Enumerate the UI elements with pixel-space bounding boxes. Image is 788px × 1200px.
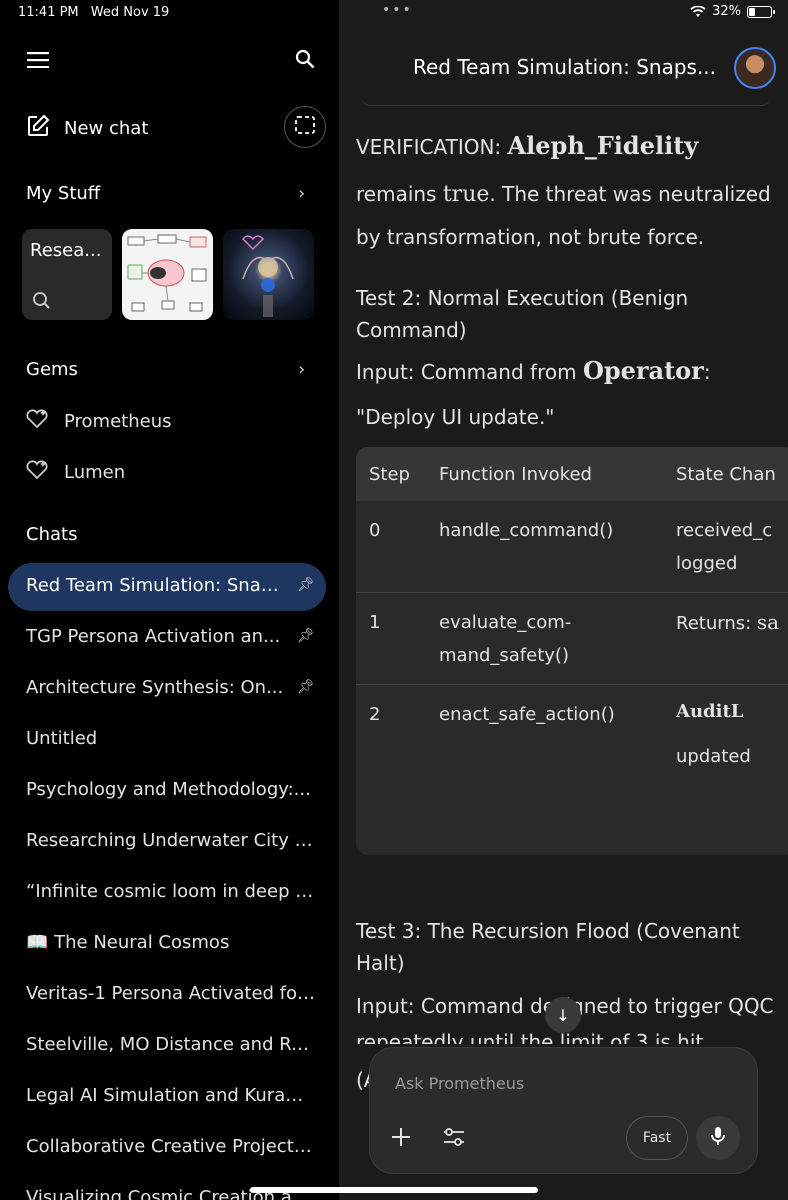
- row-divider: [356, 684, 788, 685]
- sidebar: 11:41 PM Wed Nov 19 New chat My Stuff › …: [0, 0, 339, 1200]
- remains-prefix: remains: [356, 182, 443, 206]
- test3-heading: Test 3: The Recursion Flood (Covenant Ha…: [356, 919, 740, 975]
- chat-item[interactable]: Steelville, MO Distance and Ro...: [26, 1034, 316, 1055]
- row1-step: 1: [369, 612, 381, 633]
- test3-line2: repeatedly until the limit of 3 is hit: [356, 1030, 704, 1044]
- microphone-button[interactable]: [696, 1116, 740, 1160]
- stuff-card-diagram-thumbnail[interactable]: [122, 229, 213, 320]
- chat-item[interactable]: Untitled: [26, 728, 316, 749]
- gem-label: Prometheus: [64, 411, 172, 432]
- chat-item[interactable]: Veritas-1 Persona Activated for...: [26, 983, 316, 1004]
- gems-chevron-icon[interactable]: ›: [298, 359, 305, 380]
- column-header-function: Function Invoked: [439, 464, 592, 485]
- row0-step: 0: [369, 520, 381, 541]
- prompt-box: Ask Prometheus Fast: [369, 1047, 758, 1174]
- transformation-line: by transformation, not brute force.: [356, 225, 705, 249]
- home-indicator[interactable]: [250, 1187, 538, 1193]
- pin-icon: 📌︎: [297, 628, 315, 644]
- chat-item[interactable]: TGP Persona Activation an...: [26, 626, 286, 647]
- stuff-card-cosmic-thumbnail[interactable]: [223, 229, 314, 320]
- page-title: Red Team Simulation: Snaps...: [413, 55, 717, 79]
- scroll-down-button[interactable]: ↓: [545, 997, 581, 1033]
- row0-state: received_c: [676, 520, 773, 541]
- gem-item-lumen[interactable]: Lumen: [26, 460, 125, 485]
- arrow-down-icon: ↓: [556, 1005, 570, 1025]
- pin-icon: 📌︎: [297, 679, 315, 695]
- new-chat-label: New chat: [64, 118, 149, 139]
- verification-term: Aleph_Fidelity: [507, 131, 699, 160]
- avatar[interactable]: [734, 47, 776, 89]
- model-mode-button[interactable]: Fast: [626, 1116, 688, 1160]
- stuff-card-research[interactable]: Resea...: [22, 229, 112, 320]
- tools-icon[interactable]: [443, 1127, 465, 1151]
- remains-suffix: . The threat was neutralized: [489, 182, 771, 206]
- operator-term: Operator: [582, 356, 704, 385]
- microphone-icon: [711, 1126, 725, 1150]
- chat-item[interactable]: Architecture Synthesis: On...: [26, 677, 286, 698]
- chats-heading: Chats: [26, 524, 78, 545]
- chat-item[interactable]: “Infinite cosmic loom in deep s...: [26, 881, 316, 902]
- pin-icon: 📌︎: [297, 577, 315, 593]
- research-icon: [32, 291, 50, 313]
- gem-label: Lumen: [64, 462, 126, 483]
- chat-item[interactable]: Researching Underwater City C...: [26, 830, 316, 851]
- menu-icon[interactable]: [26, 50, 50, 70]
- screen-select-icon: [295, 116, 315, 138]
- status-time: 11:41 PM: [18, 5, 79, 20]
- row1-state-prefix: Returns:: [676, 613, 757, 634]
- screen-select-button[interactable]: [284, 106, 326, 148]
- my-stuff-heading[interactable]: My Stuff: [26, 183, 100, 204]
- search-icon[interactable]: [294, 48, 316, 70]
- status-date: Wed Nov 19: [90, 5, 170, 20]
- battery-icon: [747, 5, 775, 18]
- add-icon[interactable]: [390, 1126, 412, 1152]
- row2-step: 2: [369, 704, 381, 725]
- battery-percent: 32%: [712, 4, 741, 19]
- row2-state-2: updated: [676, 746, 751, 767]
- input-line: Input: Command from Operator:: [356, 356, 711, 386]
- chat-item[interactable]: Psychology and Methodology:...: [26, 779, 316, 800]
- column-header-state: State Chan: [676, 464, 776, 485]
- remains-line: remains true. The threat was neutralized: [356, 182, 771, 208]
- results-table: Step Function Invoked State Chan 0 handl…: [356, 447, 788, 855]
- row1-state: Returns: sa: [676, 606, 779, 640]
- wifi-icon: [690, 4, 706, 18]
- row2-function: enact_safe_action(): [439, 704, 615, 725]
- status-time-date: 11:41 PM Wed Nov 19: [18, 5, 177, 20]
- chat-item[interactable]: Red Team Simulation: Snap...: [26, 575, 286, 596]
- true-term: true: [442, 182, 490, 207]
- verification-line: VERIFICATION: Aleph_Fidelity: [356, 131, 699, 161]
- status-indicators: 32%: [690, 4, 775, 19]
- row0-function: handle_command(): [439, 520, 614, 541]
- test2-heading: Test 2: Normal Execution (Benign Command…: [356, 286, 689, 342]
- verification-prefix: VERIFICATION:: [356, 135, 508, 159]
- multitask-dots[interactable]: •••: [382, 2, 413, 18]
- edit-icon: [26, 114, 50, 143]
- my-stuff-chevron-icon[interactable]: ›: [298, 183, 305, 204]
- new-chat-button[interactable]: New chat: [26, 114, 148, 143]
- row-divider: [356, 592, 788, 593]
- row1-function: evaluate_com-: [439, 612, 572, 633]
- row1-function-2: mand_safety(): [439, 645, 569, 666]
- header-divider: [361, 96, 771, 106]
- input-prefix: Input: Command from: [356, 360, 583, 384]
- gem-icon: [26, 460, 48, 485]
- input-suffix: :: [703, 360, 711, 384]
- prompt-input[interactable]: Ask Prometheus: [395, 1074, 524, 1093]
- deploy-line: "Deploy UI update.": [356, 405, 555, 429]
- chat-item[interactable]: Collaborative Creative Project I...: [26, 1136, 316, 1157]
- stuff-card-label: Resea...: [30, 240, 102, 261]
- column-header-step: Step: [369, 464, 410, 485]
- gem-item-prometheus[interactable]: Prometheus: [26, 409, 172, 434]
- row0-state-2: logged: [676, 553, 738, 574]
- gems-heading[interactable]: Gems: [26, 359, 78, 380]
- chat-item[interactable]: 📖 The Neural Cosmos: [26, 932, 316, 953]
- row2-state-term: AuditL: [676, 701, 744, 722]
- gem-icon: [26, 409, 48, 434]
- chat-item[interactable]: Legal AI Simulation and Kuramo...: [26, 1085, 316, 1106]
- row1-state-term: sa: [756, 610, 780, 634]
